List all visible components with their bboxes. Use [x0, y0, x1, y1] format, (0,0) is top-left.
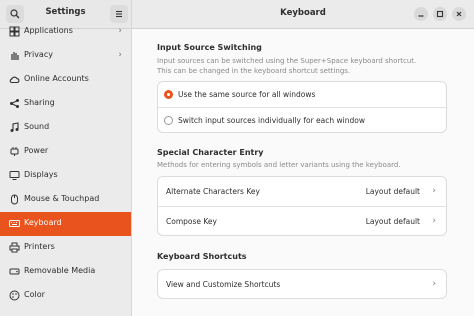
- shortcuts-heading: Keyboard Shortcuts: [157, 252, 247, 261]
- chevron-right-icon: ›: [432, 279, 436, 289]
- applications-icon: [9, 26, 20, 37]
- sidebar-item-label: Online Accounts: [24, 74, 89, 83]
- row-label: View and Customize Shortcuts: [166, 280, 281, 289]
- row-value: Layout default: [365, 187, 420, 196]
- chevron-right-icon: ›: [118, 26, 122, 36]
- sidebar-item-label: Removable Media: [24, 266, 96, 275]
- sidebar-item-power[interactable]: Power: [0, 140, 131, 164]
- removable-media-icon: [9, 268, 20, 275]
- radio-per-window[interactable]: [164, 116, 173, 125]
- special-char-card: Alternate Characters Key Layout default …: [157, 176, 447, 236]
- share-icon: [10, 99, 19, 108]
- compose-key-row[interactable]: Compose Key Layout default ›: [158, 206, 446, 235]
- sidebar-item-sound[interactable]: Sound: [0, 116, 131, 140]
- sidebar: Settings Applications › Privacy › Online…: [0, 0, 132, 316]
- sidebar-item-applications[interactable]: Applications ›: [0, 20, 131, 44]
- printer-icon: [9, 242, 20, 253]
- sidebar-item-label: Sharing: [24, 98, 55, 107]
- sidebar-item-label: Privacy: [24, 50, 53, 59]
- input-source-card: Use the same source for all windows Swit…: [157, 81, 447, 133]
- privacy-hand-icon: [11, 52, 19, 60]
- minimize-button[interactable]: [414, 7, 428, 21]
- sidebar-item-label: Color: [24, 290, 45, 299]
- view-customize-shortcuts-row[interactable]: View and Customize Shortcuts ›: [158, 270, 446, 298]
- music-note-icon: [10, 122, 19, 132]
- sidebar-item-sharing[interactable]: Sharing: [0, 92, 131, 116]
- row-label: Alternate Characters Key: [166, 187, 260, 196]
- header-bar: Keyboard: [132, 0, 474, 29]
- radio-row-same-source[interactable]: Use the same source for all windows: [158, 82, 446, 107]
- row-value: Layout default: [365, 217, 420, 226]
- sidebar-item-label: Sound: [24, 122, 50, 131]
- row-label: Compose Key: [166, 217, 217, 226]
- radio-same-source[interactable]: [164, 90, 173, 99]
- sidebar-item-mouse-touchpad[interactable]: Mouse & Touchpad: [0, 188, 131, 212]
- sidebar-item-privacy[interactable]: Privacy ›: [0, 44, 131, 68]
- sidebar-item-label: Printers: [24, 242, 55, 251]
- shortcuts-card: View and Customize Shortcuts ›: [157, 269, 447, 299]
- input-source-desc-line1: Input sources can be switched using the …: [157, 57, 417, 65]
- chevron-right-icon: ›: [432, 216, 436, 226]
- power-icon: [10, 147, 19, 156]
- hamburger-menu-icon: [116, 10, 122, 18]
- close-icon: [456, 11, 462, 17]
- mouse-icon: [11, 194, 18, 205]
- maximize-button[interactable]: [433, 7, 447, 21]
- sidebar-item-keyboard[interactable]: Keyboard: [0, 212, 131, 236]
- special-char-desc: Methods for entering symbols and letter …: [157, 161, 401, 169]
- sidebar-item-label: Displays: [24, 170, 58, 179]
- sidebar-item-removable-media[interactable]: Removable Media: [0, 260, 131, 284]
- maximize-icon: [436, 10, 444, 18]
- color-palette-icon: [9, 290, 20, 301]
- sidebar-item-label: Mouse & Touchpad: [24, 194, 100, 203]
- chevron-right-icon: ›: [118, 50, 122, 60]
- main-panel: Keyboard Input Source Switching Input so…: [132, 0, 474, 316]
- input-source-heading: Input Source Switching: [157, 43, 262, 52]
- sidebar-item-color[interactable]: Color: [0, 284, 131, 308]
- radio-label: Switch input sources individually for ea…: [178, 116, 365, 125]
- sidebar-item-label: Power: [24, 146, 49, 155]
- settings-window: Settings Applications › Privacy › Online…: [0, 0, 474, 316]
- sidebar-item-online-accounts[interactable]: Online Accounts: [0, 68, 131, 92]
- keyboard-icon: [9, 220, 20, 227]
- monitor-icon: [9, 171, 20, 180]
- radio-row-per-window[interactable]: Switch input sources individually for ea…: [158, 107, 446, 132]
- special-char-heading: Special Character Entry: [157, 148, 264, 157]
- sidebar-item-label: Applications: [24, 26, 73, 35]
- radio-label: Use the same source for all windows: [178, 90, 316, 99]
- sidebar-item-label: Keyboard: [24, 218, 62, 227]
- alternate-characters-key-row[interactable]: Alternate Characters Key Layout default …: [158, 177, 446, 206]
- input-source-desc-line2: This can be changed in the keyboard shor…: [157, 67, 351, 75]
- close-button[interactable]: [452, 7, 466, 21]
- minimize-icon: [418, 15, 424, 17]
- chevron-right-icon: ›: [432, 186, 436, 196]
- sidebar-item-displays[interactable]: Displays: [0, 164, 131, 188]
- sidebar-item-printers[interactable]: Printers: [0, 236, 131, 260]
- cloud-icon: [9, 76, 20, 84]
